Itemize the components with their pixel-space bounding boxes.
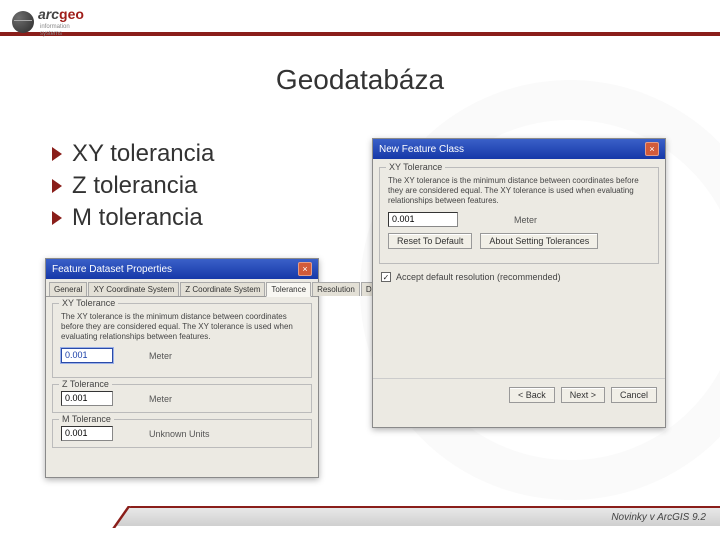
wizard-buttons: < Back Next > Cancel <box>373 378 665 411</box>
xy-tolerance-unit: Meter <box>149 351 172 361</box>
z-tolerance-unit: Meter <box>149 394 172 404</box>
brand-subtext2: systems <box>40 31 84 38</box>
footer-text: Novinky v ArcGIS 9.2 <box>611 512 706 523</box>
reset-to-default-button[interactable]: Reset To Default <box>388 233 472 249</box>
group-title: XY Tolerance <box>59 298 118 308</box>
bullet-text: XY tolerancia <box>72 140 214 168</box>
xy-tolerance-field[interactable]: 0.001 <box>388 212 458 227</box>
brand-subtext1: information <box>40 24 84 31</box>
tab-bar: General XY Coordinate System Z Coordinat… <box>46 279 318 297</box>
bullet-icon <box>52 211 62 225</box>
m-tolerance-group: M Tolerance 0.001 Unknown Units <box>52 419 312 448</box>
bullet-text: Z tolerancia <box>72 172 197 200</box>
next-button[interactable]: Next > <box>561 387 605 403</box>
z-tolerance-group: Z Tolerance 0.001 Meter <box>52 384 312 413</box>
back-button[interactable]: < Back <box>509 387 555 403</box>
bullet-text: M tolerancia <box>72 204 203 232</box>
dialog-titlebar: Feature Dataset Properties × <box>46 259 318 279</box>
list-item: M tolerancia <box>52 204 214 232</box>
dialog-titlebar: New Feature Class × <box>373 139 665 159</box>
list-item: XY tolerancia <box>52 140 214 168</box>
z-tolerance-field[interactable]: 0.001 <box>61 391 113 406</box>
group-title: Z Tolerance <box>59 379 112 389</box>
bullet-icon <box>52 179 62 193</box>
accept-default-resolution-label: Accept default resolution (recommended) <box>396 272 561 282</box>
bullet-list: XY tolerancia Z tolerancia M tolerancia <box>52 140 214 236</box>
close-icon[interactable]: × <box>645 142 659 156</box>
tab-tolerance[interactable]: Tolerance <box>266 282 311 297</box>
xy-tolerance-group: XY Tolerance The XY tolerance is the min… <box>379 167 659 264</box>
brand-logo: arcgeo information systems <box>12 6 84 38</box>
bullet-icon <box>52 147 62 161</box>
cancel-button[interactable]: Cancel <box>611 387 657 403</box>
list-item: Z tolerancia <box>52 172 214 200</box>
accent-bar <box>0 32 720 36</box>
close-icon[interactable]: × <box>298 262 312 276</box>
dialog-title: New Feature Class <box>379 144 464 155</box>
xy-tolerance-description: The XY tolerance is the minimum distance… <box>61 312 303 342</box>
xy-tolerance-unit: Meter <box>514 215 537 225</box>
feature-dataset-properties-dialog: Feature Dataset Properties × General XY … <box>45 258 319 478</box>
tab-z-cs[interactable]: Z Coordinate System <box>180 282 265 296</box>
globe-icon <box>12 11 34 33</box>
m-tolerance-unit: Unknown Units <box>149 429 210 439</box>
tab-resolution[interactable]: Resolution <box>312 282 360 296</box>
group-title: XY Tolerance <box>386 162 445 172</box>
xy-tolerance-field[interactable]: 0.001 <box>61 348 113 363</box>
xy-tolerance-group: XY Tolerance The XY tolerance is the min… <box>52 303 312 378</box>
footer-bar: Novinky v ArcGIS 9.2 <box>100 506 720 526</box>
about-tolerances-button[interactable]: About Setting Tolerances <box>480 233 598 249</box>
new-feature-class-dialog: New Feature Class × XY Tolerance The XY … <box>372 138 666 428</box>
m-tolerance-field[interactable]: 0.001 <box>61 426 113 441</box>
accept-default-resolution-checkbox[interactable]: ✓ <box>381 272 391 282</box>
group-title: M Tolerance <box>59 414 114 424</box>
slide-title: Geodatabáza <box>0 64 720 96</box>
brand-text: arcgeo <box>38 6 84 22</box>
tab-general[interactable]: General <box>49 282 87 296</box>
tab-xy-cs[interactable]: XY Coordinate System <box>88 282 179 296</box>
xy-tolerance-description: The XY tolerance is the minimum distance… <box>388 176 650 206</box>
dialog-title: Feature Dataset Properties <box>52 264 172 275</box>
